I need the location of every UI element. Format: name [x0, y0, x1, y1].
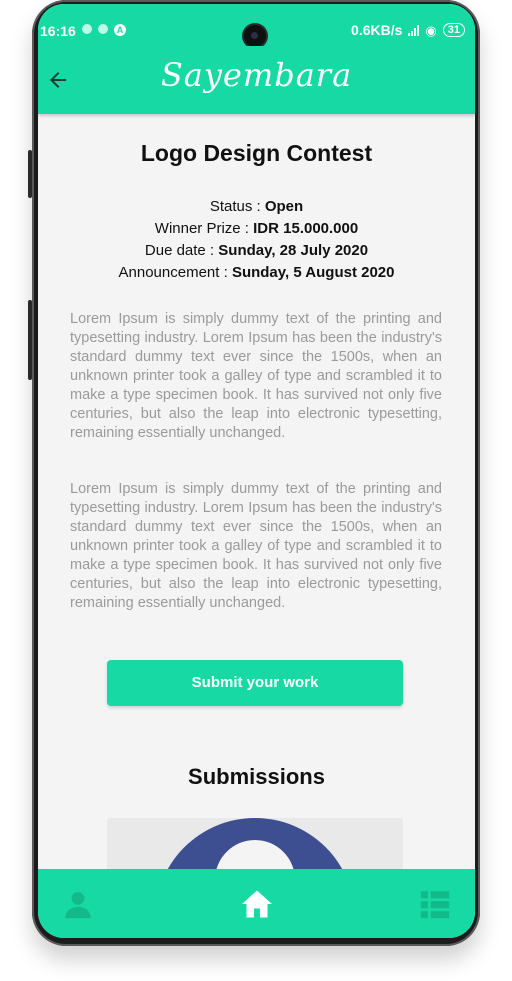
contest-title: Logo Design Contest: [140, 140, 373, 166]
prize-value: IDR 15.000.000: [253, 220, 359, 237]
volume-button: [28, 150, 32, 198]
due-date-value: Sunday, 28 July 2020: [218, 242, 369, 259]
nav-list[interactable]: [395, 879, 475, 929]
list-icon: [420, 890, 450, 918]
wifi-icon: ◉: [425, 22, 437, 38]
contest-description: Lorem Ipsum is simply dummy text of the …: [70, 481, 442, 611]
contest-meta: Status : Open Winner Prize : IDR 15.000.…: [38, 196, 475, 284]
contest-detail: Logo Design Contest Status : Open Winner…: [38, 114, 475, 869]
contest-description: Lorem Ipsum is simply dummy text of the …: [70, 311, 442, 441]
announcement-row: Announcement : Sunday, 5 August 2020: [38, 262, 475, 284]
status-time: 16:16: [40, 23, 76, 39]
notification-dot-icon: [98, 24, 108, 34]
status-value: Open: [264, 198, 304, 215]
app-notification-icon: A: [114, 24, 126, 36]
announcement-value: Sunday, 5 August 2020: [231, 264, 395, 281]
status-row: Status : Open: [38, 196, 475, 218]
submission-logo-image: [155, 818, 355, 869]
battery-icon: 31: [442, 23, 465, 37]
notification-icons: A: [82, 24, 126, 36]
notification-dot-icon: [82, 24, 92, 34]
due-date-row: Due date : Sunday, 28 July 2020: [38, 240, 475, 262]
home-icon: [241, 890, 272, 917]
front-camera: [244, 25, 266, 47]
prize-row: Winner Prize : IDR 15.000.000: [38, 218, 475, 240]
due-date-label: Due date :: [144, 242, 219, 259]
app-bar: Sayembara: [38, 46, 475, 114]
person-icon: [65, 891, 91, 918]
status-label: Status :: [209, 198, 265, 215]
network-speed: 0.6KB/s: [351, 22, 403, 38]
announcement-label: Announcement :: [118, 264, 232, 281]
bottom-nav: [38, 869, 475, 938]
nav-profile[interactable]: [38, 879, 118, 929]
nav-home[interactable]: [217, 879, 297, 929]
submit-work-button[interactable]: Submit your work: [107, 660, 403, 706]
status-indicators: 0.6KB/s ◉ 31: [351, 22, 465, 38]
app-screen: 16:16 A 0.6KB/s ◉ 31 Sayembara Logo Desi…: [38, 4, 475, 938]
power-button: [28, 300, 32, 380]
prize-label: Winner Prize :: [154, 220, 254, 237]
submission-thumbnail[interactable]: [107, 818, 403, 869]
app-logo: Sayembara: [160, 56, 353, 94]
signal-icon: [408, 24, 420, 36]
submissions-title: Submissions: [188, 764, 325, 789]
